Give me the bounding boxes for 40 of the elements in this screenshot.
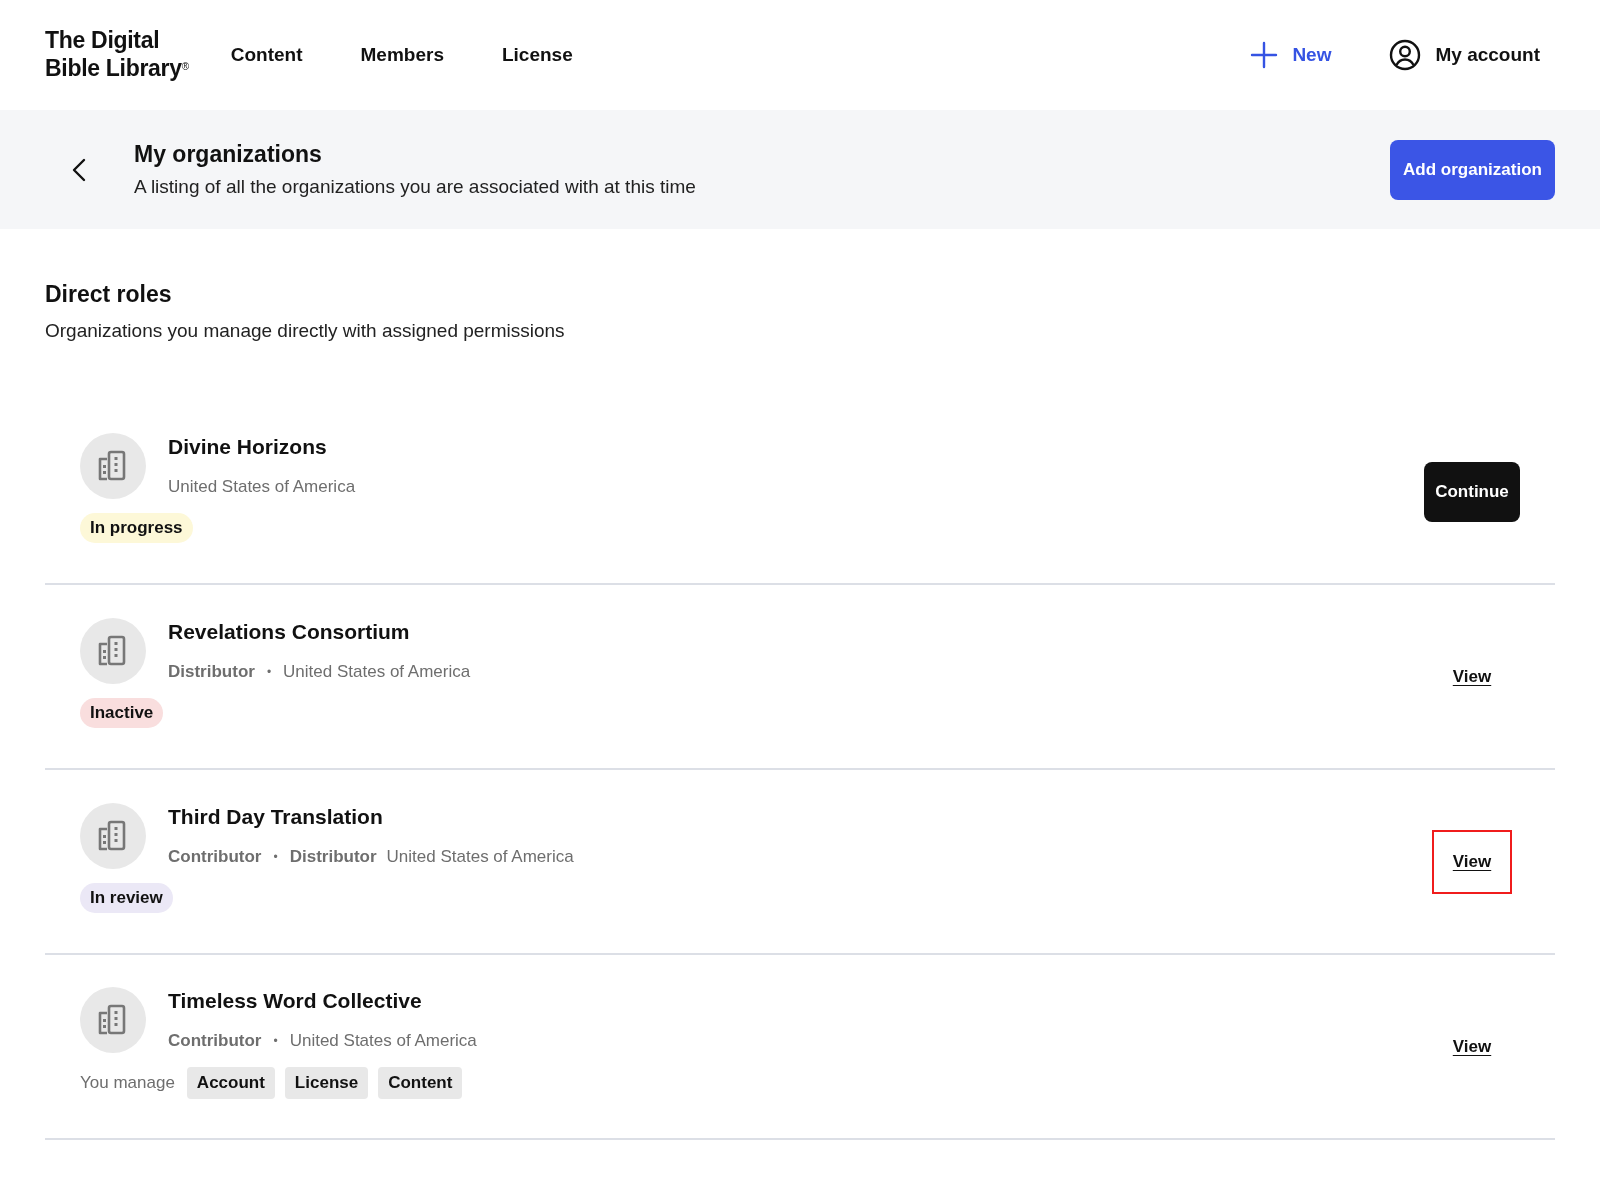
separator-dot: • xyxy=(266,664,272,679)
role-label: Contributor xyxy=(168,1030,262,1051)
nav-link[interactable]: Members xyxy=(360,44,444,66)
plus-icon xyxy=(1250,41,1279,69)
section-subtitle: Organizations you manage directly with assigned permissions xyxy=(45,320,566,342)
continue-button[interactable]: Continue xyxy=(1424,461,1520,522)
role-label: Contributor xyxy=(168,846,262,867)
view-link[interactable]: View xyxy=(1431,829,1513,894)
organization-name: Divine Horizons xyxy=(168,434,328,459)
new-button[interactable]: New xyxy=(1250,41,1332,69)
account-button[interactable]: My account xyxy=(1389,39,1540,71)
site-logo[interactable]: The Digital Bible Library$^{®}$ xyxy=(45,26,189,82)
permission-tag: Content xyxy=(378,1066,463,1099)
organization-name: Timeless Word Collective xyxy=(168,988,423,1013)
section-title: Direct roles xyxy=(45,281,173,308)
organization-name: Third Day Translation xyxy=(168,804,384,829)
role-label: Distributor xyxy=(289,846,377,867)
chevron-left-icon xyxy=(72,157,86,182)
nav-link[interactable]: License xyxy=(501,44,573,66)
nav-link[interactable]: Content xyxy=(230,44,303,66)
view-link[interactable]: View xyxy=(1431,1014,1513,1079)
separator-dot: • xyxy=(273,1033,278,1048)
role-label: Distributor xyxy=(168,661,255,682)
country-label: United States of America xyxy=(289,1030,477,1051)
status-badge: Inactive xyxy=(80,697,164,728)
page-subtitle: A listing of all the organizations you are associated with at this time xyxy=(134,176,697,198)
country-label: United States of America xyxy=(168,476,356,497)
page-title: My organizations xyxy=(134,141,323,168)
country-label: United States of America xyxy=(386,846,574,867)
separator-dot: • xyxy=(273,849,278,864)
status-badge: In progress xyxy=(80,512,193,543)
permission-tag: License xyxy=(284,1066,369,1099)
add-organization-button[interactable]: Add organization xyxy=(1390,139,1555,200)
user-icon xyxy=(1389,39,1422,71)
manage-label: You manage xyxy=(80,1072,175,1093)
organization-name: Revelations Consortium xyxy=(168,619,411,644)
view-link[interactable]: View xyxy=(1431,644,1513,709)
permission-tag: Account xyxy=(186,1066,275,1099)
status-badge: In review xyxy=(80,882,173,913)
country-label: United States of America xyxy=(283,661,471,682)
